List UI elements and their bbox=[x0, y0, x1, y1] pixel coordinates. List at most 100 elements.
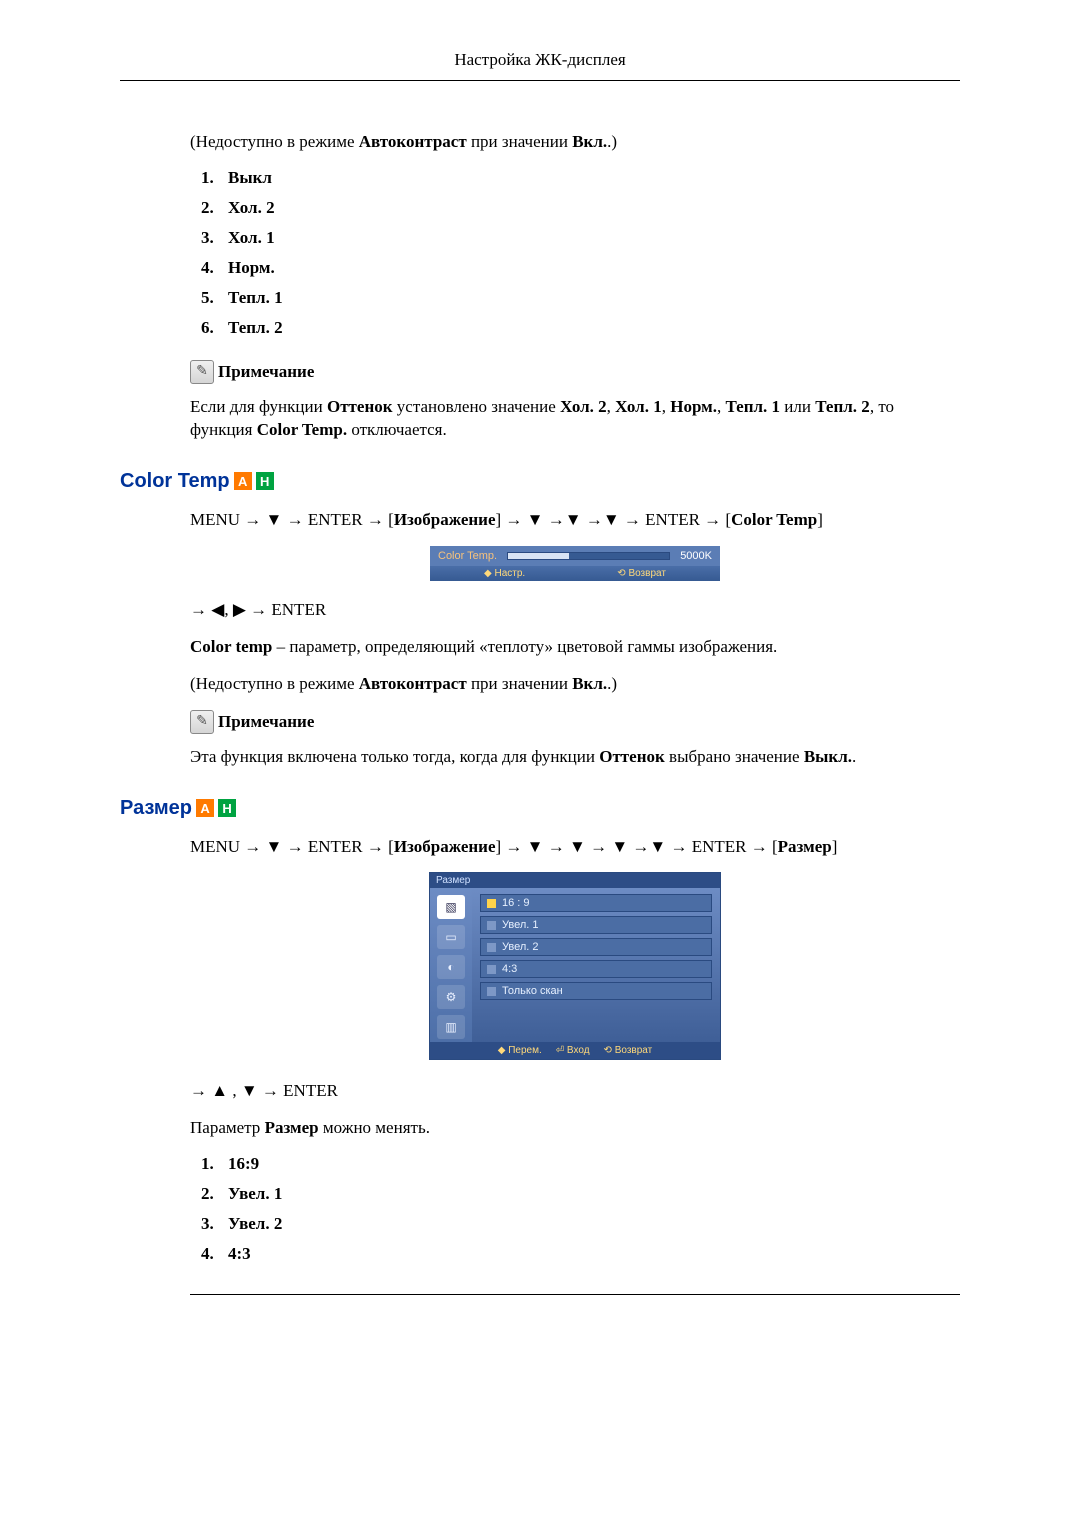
heading-text: Размер bbox=[120, 797, 192, 820]
autocontrast-word: Автоконтраст bbox=[359, 132, 467, 151]
bold-word: Автоконтраст bbox=[359, 674, 467, 693]
on-word: Вкл. bbox=[572, 132, 607, 151]
osd-size-footer: ◆ Перем. ⏎ Вход ⟲ Возврат bbox=[430, 1042, 720, 1059]
text: при значении bbox=[467, 674, 573, 693]
osd-return-hint: ⟲ Возврат bbox=[617, 568, 666, 579]
colortemp-description: Color temp – параметр, определяющий «теп… bbox=[190, 636, 960, 659]
tint-options-list: Выкл Хол. 2 Хол. 1 Норм. Тепл. 1 Тепл. 2 bbox=[190, 168, 960, 338]
osd-option: 16 : 9 bbox=[480, 894, 712, 912]
note-label: Примечание bbox=[218, 362, 314, 382]
text: , bbox=[662, 397, 671, 416]
text: MENU → ▼ → ENTER → [ bbox=[190, 837, 394, 856]
sidebar-item-multi-icon: ▥ bbox=[437, 1015, 465, 1039]
osd-option: 4:3 bbox=[480, 960, 712, 978]
osd-option-label: Только скан bbox=[502, 985, 563, 997]
section-heading-size: РазмерAH bbox=[120, 797, 960, 820]
text: Параметр bbox=[190, 1118, 265, 1137]
page-title: Настройка ЖК-дисплея bbox=[454, 50, 625, 69]
list-item: Хол. 1 bbox=[218, 228, 960, 248]
osd-adjust-hint: ◆ Настр. bbox=[484, 568, 525, 579]
osd-ct-value: 5000K bbox=[680, 550, 712, 562]
text: Если для функции bbox=[190, 397, 327, 416]
text: ] → ▼ → ▼ → ▼ →▼ → ENTER → [ bbox=[496, 837, 778, 856]
bold-word: Хол. 2 bbox=[560, 397, 607, 416]
check-icon bbox=[487, 921, 496, 930]
osd-colortemp-panel: Color Temp. 5000K ◆ Настр. ⟲ Возврат bbox=[430, 546, 720, 581]
sidebar-item-sound-icon: ◐ bbox=[437, 955, 465, 979]
bold-word: Хол. 1 bbox=[615, 397, 662, 416]
check-icon bbox=[487, 899, 496, 908]
text: или bbox=[780, 397, 815, 416]
osd-option: Увел. 1 bbox=[480, 916, 712, 934]
after-osd-nav: → ▲ , ▼ → ENTER bbox=[190, 1080, 960, 1103]
menu-path-colortemp: MENU → ▼ → ENTER → [Изображение] → ▼ →▼ … bbox=[190, 509, 960, 532]
osd-option-label: Увел. 2 bbox=[502, 941, 539, 953]
content-body: (Недоступно в режиме Автоконтраст при зн… bbox=[190, 131, 960, 442]
check-icon bbox=[487, 943, 496, 952]
text: отключается. bbox=[347, 420, 447, 439]
osd-option: Увел. 2 bbox=[480, 938, 712, 956]
list-item: Увел. 2 bbox=[218, 1214, 960, 1234]
osd-size-panel: Размер ▧ ▭ ◐ ⚙ ▥ 16 : 9 Увел. 1 Увел. 2 … bbox=[429, 872, 721, 1060]
footer-rule bbox=[190, 1294, 960, 1295]
text: ] → ▼ →▼ →▼ → ENTER → [ bbox=[496, 510, 732, 529]
osd-return-hint: ⟲ Возврат bbox=[604, 1045, 653, 1056]
text: ] bbox=[817, 510, 823, 529]
text: , bbox=[607, 397, 616, 416]
page-header: Настройка ЖК-дисплея bbox=[120, 50, 960, 81]
osd-move-hint: ◆ Перем. bbox=[498, 1045, 542, 1056]
size-description: Параметр Размер можно менять. bbox=[190, 1117, 960, 1140]
check-icon bbox=[487, 965, 496, 974]
text: ] bbox=[832, 837, 838, 856]
osd-option-label: 16 : 9 bbox=[502, 897, 530, 909]
unavailable-note: (Недоступно в режиме Автоконтраст при зн… bbox=[190, 673, 960, 696]
unavailable-note: (Недоступно в режиме Автоконтраст при зн… bbox=[190, 131, 960, 154]
note-icon: ✎ bbox=[190, 360, 214, 384]
osd-option: Только скан bbox=[480, 982, 712, 1000]
bold-word: Color Temp bbox=[731, 510, 817, 529]
bold-word: Тепл. 1 bbox=[725, 397, 780, 416]
list-item: Хол. 2 bbox=[218, 198, 960, 218]
text: (Недоступно в режиме bbox=[190, 132, 359, 151]
text: Эта функция включена только тогда, когда… bbox=[190, 747, 599, 766]
size-body: MENU → ▼ → ENTER → [Изображение] → ▼ → ▼… bbox=[190, 836, 960, 1296]
osd-enter-hint: ⏎ Вход bbox=[556, 1045, 590, 1056]
osd-option-label: Увел. 1 bbox=[502, 919, 539, 931]
sidebar-item-picture-icon: ▧ bbox=[437, 895, 465, 919]
list-item: Тепл. 2 bbox=[218, 318, 960, 338]
list-item: 4:3 bbox=[218, 1244, 960, 1264]
bold-word: Оттенок bbox=[599, 747, 665, 766]
note-label: Примечание bbox=[218, 712, 314, 732]
list-item: 16:9 bbox=[218, 1154, 960, 1174]
list-item: Тепл. 1 bbox=[218, 288, 960, 308]
bold-word: Размер bbox=[778, 837, 832, 856]
sidebar-item-setup-icon: ⚙ bbox=[437, 985, 465, 1009]
note-text: Эта функция включена только тогда, когда… bbox=[190, 746, 960, 769]
list-item: Норм. bbox=[218, 258, 960, 278]
osd-size-sidebar: ▧ ▭ ◐ ⚙ ▥ bbox=[430, 888, 472, 1042]
list-item: Выкл bbox=[218, 168, 960, 188]
after-osd-nav: → ◀, ▶ → ENTER bbox=[190, 599, 960, 622]
note-header: ✎ Примечание bbox=[190, 360, 960, 384]
text: .) bbox=[607, 132, 617, 151]
colortemp-body: MENU → ▼ → ENTER → [Изображение] → ▼ →▼ … bbox=[190, 509, 960, 769]
menu-path-size: MENU → ▼ → ENTER → [Изображение] → ▼ → ▼… bbox=[190, 836, 960, 859]
badge-h-icon: H bbox=[218, 799, 236, 817]
osd-option-label: 4:3 bbox=[502, 963, 517, 975]
note-icon: ✎ bbox=[190, 710, 214, 734]
bold-word: Изображение bbox=[394, 510, 496, 529]
osd-ct-top: Color Temp. 5000K bbox=[430, 546, 720, 566]
text: можно менять. bbox=[319, 1118, 430, 1137]
bold-word: Размер bbox=[265, 1118, 319, 1137]
check-icon bbox=[487, 987, 496, 996]
bold-word: Вкл. bbox=[572, 674, 607, 693]
osd-size-list: 16 : 9 Увел. 1 Увел. 2 4:3 Только скан bbox=[472, 888, 720, 1042]
text: выбрано значение bbox=[665, 747, 804, 766]
badge-h-icon: H bbox=[256, 472, 274, 490]
list-item: Увел. 1 bbox=[218, 1184, 960, 1204]
section-heading-colortemp: Color Temp A H bbox=[120, 470, 960, 493]
osd-size-title: Размер bbox=[430, 873, 720, 888]
bold-word: Color temp bbox=[190, 637, 272, 656]
badge-a-icon: A bbox=[196, 799, 214, 817]
osd-ct-footer: ◆ Настр. ⟲ Возврат bbox=[430, 566, 720, 581]
